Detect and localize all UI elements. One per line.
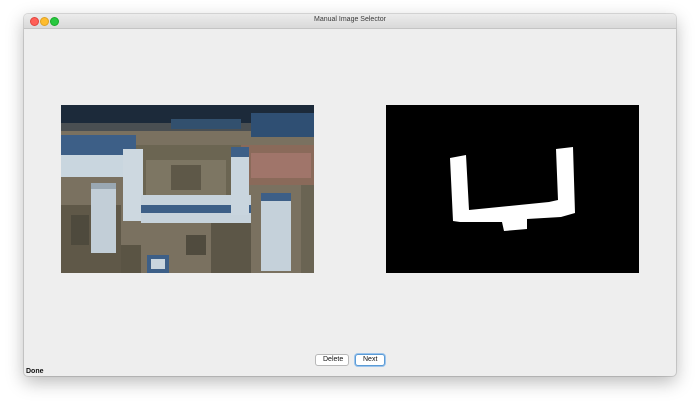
mask-image-graphic: [386, 105, 639, 273]
app-window: Manual Image Selector Delete Next Done: [24, 14, 676, 376]
title-bar[interactable]: Manual Image Selector: [24, 14, 676, 29]
status-text: Done: [26, 368, 44, 375]
next-button[interactable]: Next: [355, 354, 385, 366]
aerial-image-graphic: [61, 105, 314, 273]
delete-button[interactable]: Delete: [315, 354, 349, 366]
mask-image: [386, 105, 639, 273]
action-buttons: Delete Next: [315, 354, 385, 366]
window-title: Manual Image Selector: [314, 16, 386, 23]
aerial-image: [61, 105, 314, 273]
